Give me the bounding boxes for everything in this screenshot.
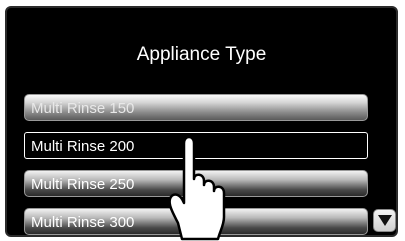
device-frame: Appliance Type Multi Rinse 150 Multi Rin… [0, 0, 405, 241]
list-item-multi-rinse-150[interactable]: Multi Rinse 150 [24, 94, 368, 121]
hand-pointer-icon [168, 135, 226, 241]
triangle-down-icon [378, 215, 392, 226]
scroll-down-button[interactable] [373, 209, 396, 232]
page-title: Appliance Type [136, 44, 267, 65]
